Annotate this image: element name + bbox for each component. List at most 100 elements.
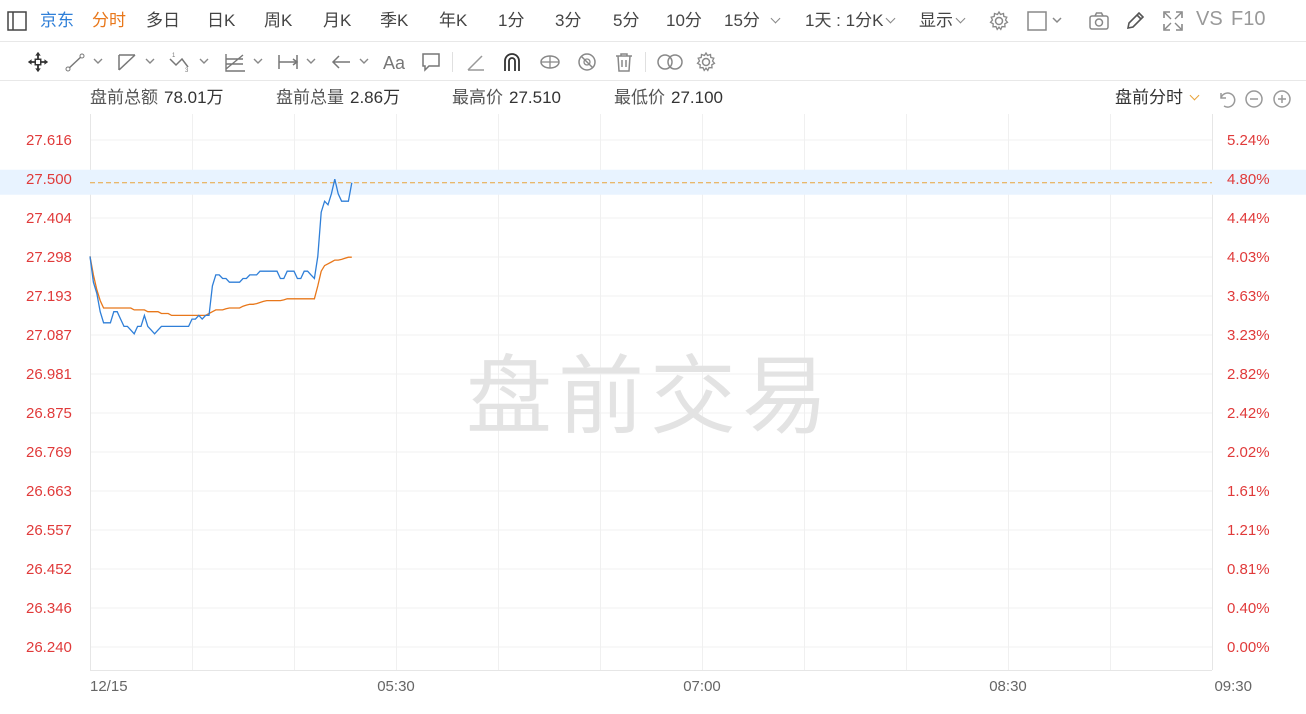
price-tick-label: 27.404 xyxy=(26,210,72,227)
stat-volume-value: 2.86万 xyxy=(350,88,401,107)
drawing-toolbar: 13 Aa xyxy=(0,42,1306,81)
stat-turnover: 盘前总额 78.01万 xyxy=(90,87,224,109)
sidebar-toggle-icon[interactable] xyxy=(6,10,28,32)
layout-select[interactable] xyxy=(1026,10,1066,32)
price-tick-label: 26.663 xyxy=(26,483,72,500)
tab-year-k[interactable]: 年K xyxy=(439,9,467,33)
move-cross-icon[interactable] xyxy=(26,51,50,73)
undo-icon[interactable] xyxy=(1216,89,1236,109)
percent-tick-label: 5.24% xyxy=(1227,132,1270,149)
tab-month-k[interactable]: 月K xyxy=(323,9,351,33)
tab-intraday[interactable]: 分时 xyxy=(92,9,126,33)
stat-high: 最高价 27.510 xyxy=(452,87,561,109)
percent-tick-label: 4.44% xyxy=(1227,210,1270,227)
fibonacci-tool-icon[interactable] xyxy=(223,51,267,73)
current-price-highlight xyxy=(0,169,1306,195)
mode-selector-label: 盘前分时 xyxy=(1115,88,1183,107)
price-tick-label: 27.616 xyxy=(26,132,72,149)
svg-text:1: 1 xyxy=(172,53,176,59)
percent-tick-label: 0.00% xyxy=(1227,639,1270,656)
channel-tool-icon[interactable] xyxy=(116,51,158,73)
range-select-label: 1天 : 1分K xyxy=(805,11,884,30)
range-select[interactable]: 1天 : 1分K xyxy=(805,9,896,33)
time-axis: 12/15 05:30 07:00 08:30 09:30 xyxy=(90,678,1252,695)
tab-1min[interactable]: 1分 xyxy=(498,9,524,33)
compare-icon[interactable] xyxy=(656,51,684,73)
percent-tick-label: 4.03% xyxy=(1227,249,1270,266)
price-line xyxy=(89,178,353,335)
toolbar-divider xyxy=(452,52,453,72)
percent-tick-label: 4.80% xyxy=(1227,171,1270,188)
zoom-in-icon[interactable] xyxy=(1272,89,1292,109)
svg-text:Aa: Aa xyxy=(383,53,406,73)
mode-selector[interactable]: 盘前分时 xyxy=(1115,87,1200,109)
pencil-icon[interactable] xyxy=(1124,10,1146,32)
arrow-tool-icon[interactable] xyxy=(330,51,374,73)
right-percent-axis: 5.24% 4.80% 4.44% 4.03% 3.63% 3.23% 2.82% 2.42%… xyxy=(1227,132,1270,656)
angle-tool-icon[interactable] xyxy=(465,51,487,73)
tab-5min[interactable]: 5分 xyxy=(613,9,639,33)
zoom-out-icon[interactable] xyxy=(1244,89,1264,109)
percent-tick-label: 2.02% xyxy=(1227,444,1270,461)
price-tick-label: 26.452 xyxy=(26,561,72,578)
chart-settings-gear-icon[interactable] xyxy=(695,51,717,73)
stock-name[interactable]: 京东 xyxy=(40,9,74,33)
stat-low: 最低价 27.100 xyxy=(614,87,723,109)
trash-icon[interactable] xyxy=(613,51,635,73)
magnet-icon[interactable] xyxy=(501,51,523,73)
stat-volume: 盘前总量 2.86万 xyxy=(276,87,400,109)
percent-tick-label: 2.42% xyxy=(1227,405,1270,422)
chevron-down-icon xyxy=(885,13,896,24)
stats-bar: 盘前总额 78.01万 盘前总量 2.86万 最高价 27.510 最低价 27.100… xyxy=(0,82,1306,114)
percent-tick-label: 0.40% xyxy=(1227,600,1270,617)
price-tick-label: 27.500 xyxy=(26,171,72,188)
time-tick-label: 08:30 xyxy=(989,678,1027,695)
stat-low-value: 27.100 xyxy=(671,88,723,107)
svg-text:3: 3 xyxy=(185,68,189,73)
price-tick-label: 26.240 xyxy=(26,639,72,656)
vs-button[interactable]: VS xyxy=(1196,7,1223,31)
tab-3min[interactable]: 3分 xyxy=(555,9,581,33)
average-price-line xyxy=(89,256,352,317)
percent-tick-label: 2.82% xyxy=(1227,366,1270,383)
tab-15min[interactable]: 15分 xyxy=(724,9,781,33)
camera-icon[interactable] xyxy=(1088,10,1110,32)
lock-drawing-icon[interactable] xyxy=(538,51,562,73)
chevron-down-icon xyxy=(955,13,966,24)
left-price-axis: 27.616 27.500 27.404 27.298 27.193 27.087 26.9… xyxy=(26,132,72,656)
tab-quarter-k[interactable]: 季K xyxy=(380,9,408,33)
fullscreen-icon[interactable] xyxy=(1162,10,1184,32)
percent-tick-label: 1.61% xyxy=(1227,483,1270,500)
hide-drawing-icon[interactable] xyxy=(576,51,598,73)
tab-day-k[interactable]: 日K xyxy=(207,9,235,33)
chart-watermark: 盘前交易 xyxy=(466,347,834,447)
stat-high-label: 最高价 xyxy=(452,88,503,107)
price-tick-label: 26.346 xyxy=(26,600,72,617)
stat-turnover-value: 78.01万 xyxy=(164,88,224,107)
stat-turnover-label: 盘前总额 xyxy=(90,88,158,107)
price-tick-label: 26.875 xyxy=(26,405,72,422)
display-menu[interactable]: 显示 xyxy=(919,9,966,33)
tab-10min[interactable]: 10分 xyxy=(666,9,702,33)
settings-gear-icon[interactable] xyxy=(988,10,1010,32)
price-tick-label: 26.557 xyxy=(26,522,72,539)
text-tool-icon[interactable]: Aa xyxy=(382,51,408,73)
comment-icon[interactable] xyxy=(420,51,442,73)
price-tick-label: 27.298 xyxy=(26,249,72,266)
price-tick-label: 26.769 xyxy=(26,444,72,461)
time-tick-label: 07:00 xyxy=(683,678,721,695)
intraday-chart[interactable]: 盘前交易 27.616 27.500 27.404 27.298 27.193 27.08… xyxy=(0,114,1306,714)
price-tick-label: 27.087 xyxy=(26,327,72,344)
wave-tool-icon[interactable]: 13 xyxy=(168,51,212,73)
tab-week-k[interactable]: 周K xyxy=(264,9,292,33)
tab-multi-day[interactable]: 多日 xyxy=(146,9,180,33)
time-tick-label: 09:30 xyxy=(1214,678,1252,695)
f10-button[interactable]: F10 xyxy=(1231,7,1265,31)
tab-15min-label: 15分 xyxy=(724,11,760,30)
toolbar-divider xyxy=(645,52,646,72)
time-tick-label: 05:30 xyxy=(377,678,415,695)
percent-tick-label: 0.81% xyxy=(1227,561,1270,578)
percent-tick-label: 3.23% xyxy=(1227,327,1270,344)
line-tool-icon[interactable] xyxy=(64,51,106,73)
measure-tool-icon[interactable] xyxy=(276,51,320,73)
